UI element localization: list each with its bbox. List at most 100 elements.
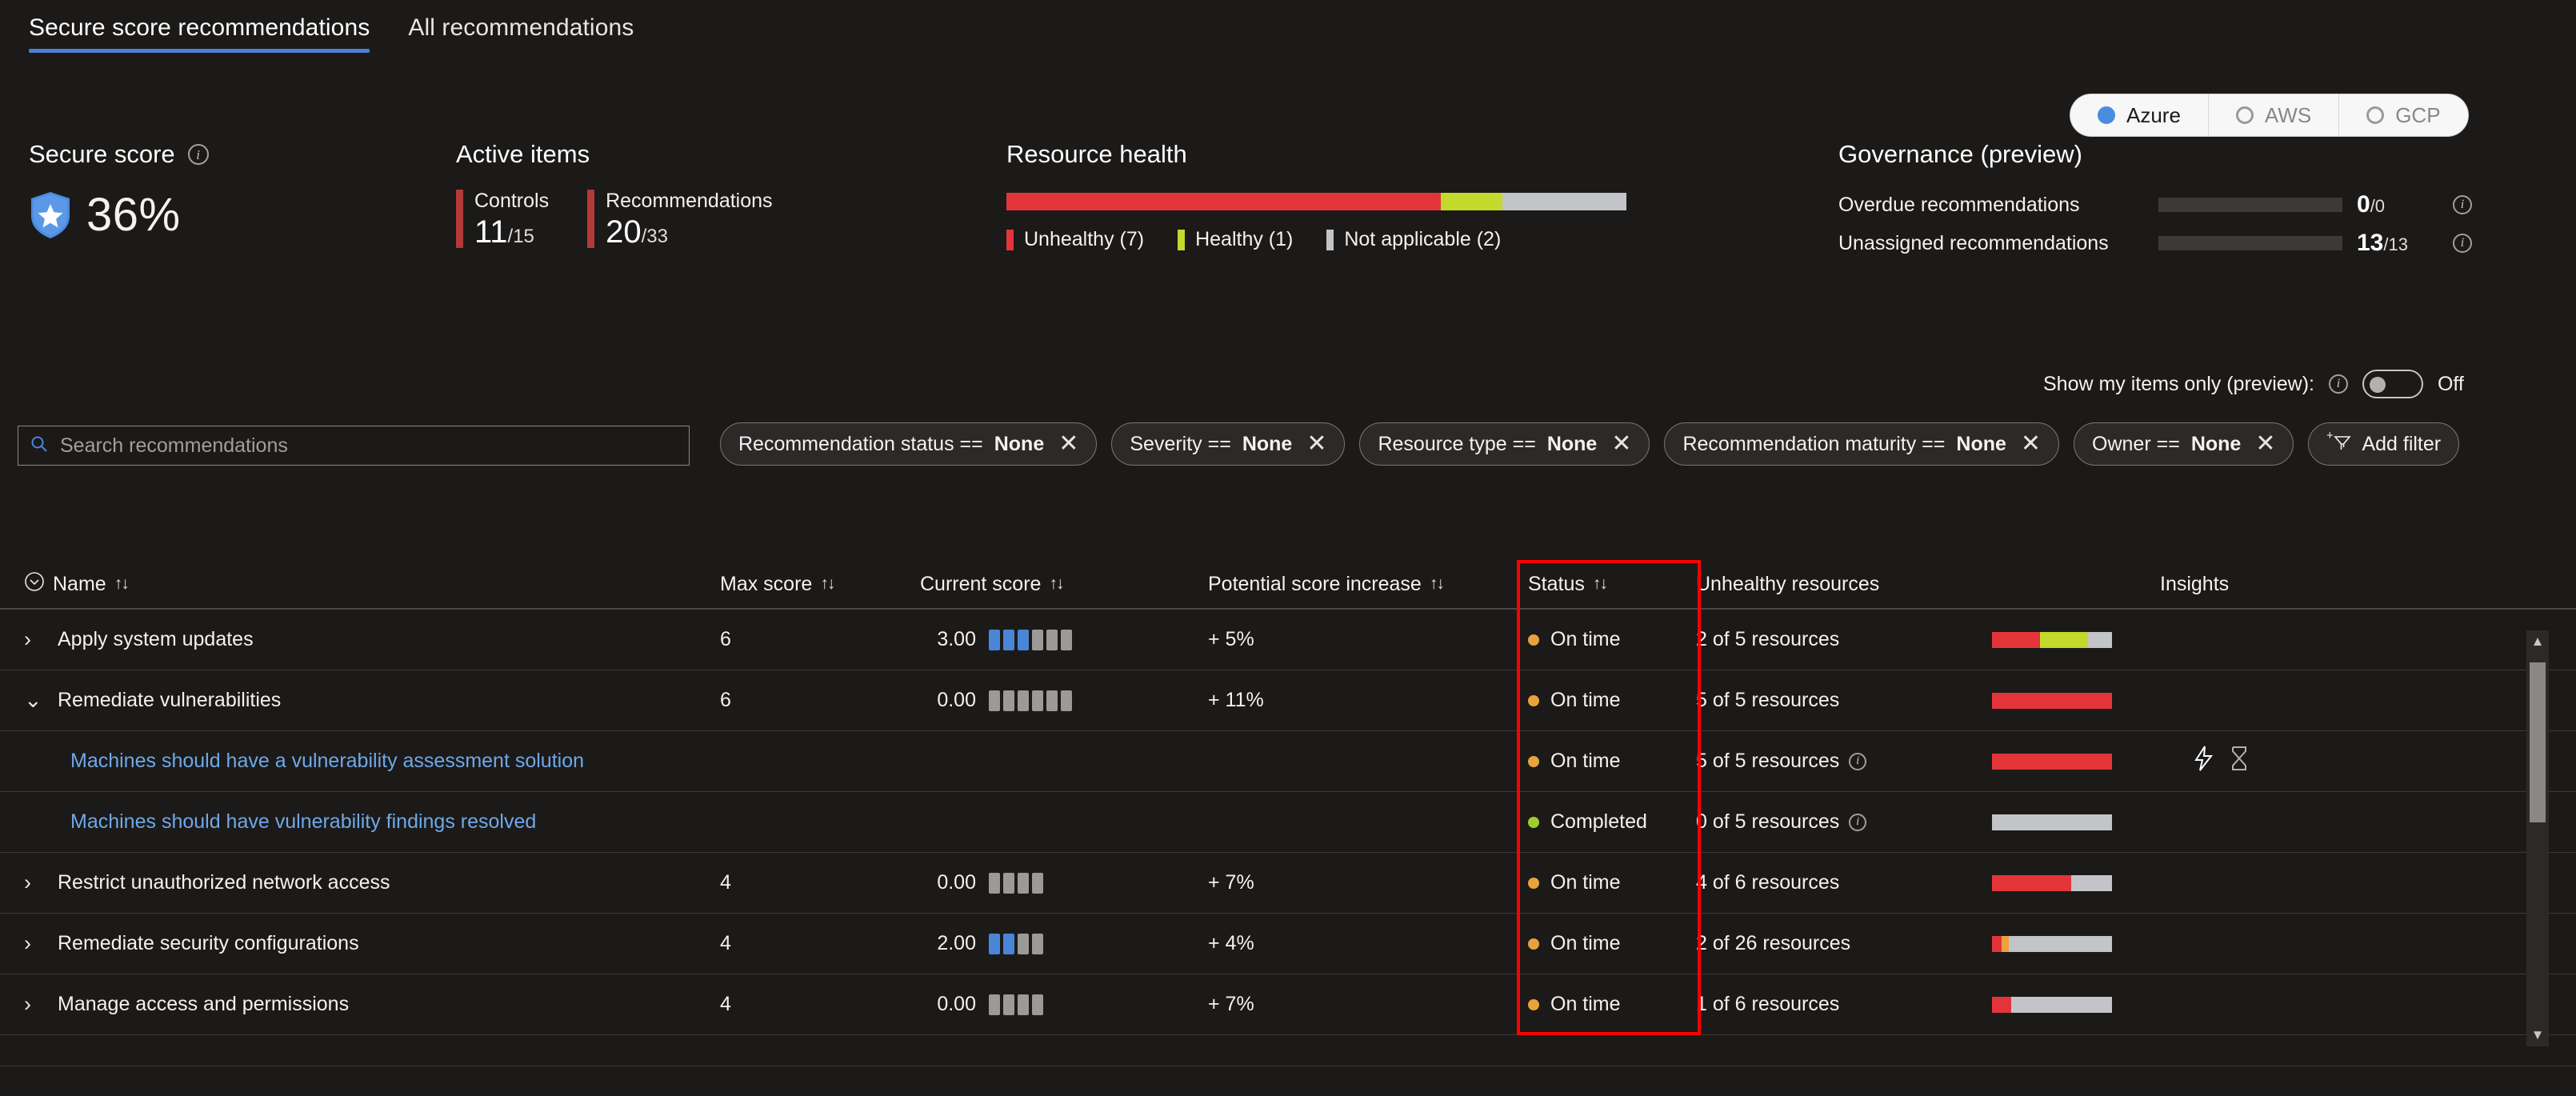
- recommendation-link[interactable]: Machines should have a vulnerability ass…: [24, 750, 720, 773]
- active-items-recommendations: Recommendations 20/33: [587, 190, 773, 248]
- info-icon[interactable]: i: [2328, 374, 2348, 394]
- minibar-segment: [2040, 631, 2088, 648]
- close-icon[interactable]: ✕: [1306, 432, 1326, 456]
- add-filter-button[interactable]: + Add filter: [2308, 422, 2460, 466]
- search-input[interactable]: Search recommendations: [18, 426, 690, 466]
- sort-icon[interactable]: ↑↓: [1593, 574, 1608, 594]
- score-segments: [989, 933, 1043, 954]
- health-bar-segment: [1006, 193, 1441, 210]
- chevron-right-icon[interactable]: ›: [24, 627, 45, 652]
- info-icon[interactable]: i: [187, 144, 209, 165]
- chevron-right-icon[interactable]: ›: [24, 870, 45, 895]
- info-icon[interactable]: i: [1849, 813, 1867, 831]
- cell-current-score: 0.00: [920, 689, 1208, 712]
- tab-all-recommendations[interactable]: All recommendations: [408, 14, 634, 53]
- cloud-selector: Azure AWS GCP: [2070, 94, 2468, 136]
- column-header-status[interactable]: Status ↑↓: [1528, 573, 1696, 596]
- table-row-control[interactable]: › Restrict unauthorized network access 4 0.…: [0, 853, 2576, 914]
- close-icon[interactable]: ✕: [1611, 432, 1631, 456]
- scrollbar-thumb[interactable]: [2530, 662, 2546, 822]
- sort-icon[interactable]: ↑↓: [1430, 574, 1445, 594]
- cloud-option-gcp[interactable]: GCP: [2339, 94, 2467, 136]
- score-segment: [1018, 872, 1029, 894]
- minibar-segment: [2009, 935, 2112, 952]
- table-row-recommendation[interactable]: Machines should have vulnerability findi…: [0, 792, 2576, 853]
- chevron-down-icon[interactable]: ⌄: [24, 688, 45, 713]
- cell-name: › Restrict unauthorized network access: [0, 870, 720, 895]
- expand-all-icon[interactable]: [24, 571, 45, 598]
- legend-key-icon: [1006, 229, 1014, 250]
- show-my-items-toggle[interactable]: [2362, 370, 2423, 398]
- minibar-segment: [1992, 996, 2011, 1013]
- status-dot-icon: [1528, 634, 1539, 646]
- table-row-control[interactable]: › Apply system updates 6 3.00 + 5% On time 2 o…: [0, 610, 2576, 670]
- cell-status: On time: [1528, 750, 1696, 773]
- filter-chip[interactable]: Resource type == None ✕: [1359, 422, 1650, 466]
- row-title: Apply system updates: [58, 628, 254, 650]
- filter-chip[interactable]: Owner == None ✕: [2074, 422, 2294, 466]
- governance-title: Governance (preview): [1838, 140, 2082, 168]
- scroll-down-icon[interactable]: ▼: [2526, 1024, 2549, 1046]
- info-icon[interactable]: i: [2453, 195, 2472, 214]
- sort-icon[interactable]: ↑↓: [1049, 574, 1064, 594]
- filter-chip-value: None: [1546, 432, 1598, 455]
- cell-potential-score-increase: + 11%: [1208, 689, 1264, 711]
- sort-icon[interactable]: ↑↓: [820, 574, 835, 594]
- info-icon[interactable]: i: [2453, 234, 2472, 253]
- health-legend-item: Healthy (1): [1178, 228, 1293, 251]
- active-items-card: Active items Controls 11/15 Recommendati…: [456, 140, 773, 248]
- hourglass-icon[interactable]: [2229, 745, 2250, 778]
- active-items-value: 11: [474, 214, 508, 250]
- unhealthy-resources-text: 2 of 5 resources: [1696, 628, 1840, 650]
- cell-potential-score-increase: + 7%: [1208, 871, 1254, 894]
- score-segment: [1061, 629, 1072, 650]
- score-segment: [1018, 629, 1029, 650]
- accent-bar: [587, 190, 595, 248]
- status-dot-icon: [1528, 816, 1539, 828]
- filter-chip-label: Owner ==: [2092, 432, 2180, 455]
- sort-icon[interactable]: ↑↓: [114, 574, 130, 594]
- close-icon[interactable]: ✕: [2021, 432, 2041, 456]
- resource-health-minibar: [1992, 814, 2112, 830]
- column-header-name[interactable]: Name ↑↓: [0, 571, 720, 598]
- minibar-segment: [1992, 692, 2112, 709]
- recommendation-link[interactable]: Machines should have vulnerability findi…: [24, 810, 720, 834]
- cell-status: On time: [1528, 993, 1696, 1016]
- cell-max-score: 4: [720, 871, 731, 894]
- column-header-potential-score-increase[interactable]: Potential score increase ↑↓: [1208, 573, 1528, 596]
- cell-current-score: 0.00: [920, 993, 1208, 1016]
- chevron-right-icon[interactable]: ›: [24, 992, 45, 1017]
- score-segment: [1032, 994, 1043, 1015]
- scroll-up-icon[interactable]: ▲: [2526, 630, 2549, 653]
- close-icon[interactable]: ✕: [1058, 432, 1078, 456]
- column-header-insights[interactable]: Insights: [2160, 573, 2448, 596]
- column-header-unhealthy-resources[interactable]: Unhealthy resources: [1696, 573, 2160, 596]
- status-dot-icon: [1528, 755, 1539, 767]
- status-label: On time: [1550, 871, 1621, 894]
- current-score-value: 0.00: [937, 871, 976, 894]
- table-row-control[interactable]: › Remediate security configurations 4 2.00 +…: [0, 914, 2576, 974]
- status-dot-icon: [1528, 877, 1539, 889]
- cloud-option-aws[interactable]: AWS: [2209, 94, 2340, 136]
- filter-chip-value: None: [2190, 432, 2242, 455]
- vertical-scrollbar[interactable]: ▲ ▼: [2526, 630, 2549, 1046]
- row-title: Remediate vulnerabilities: [58, 689, 282, 711]
- chevron-right-icon[interactable]: ›: [24, 931, 45, 956]
- tab-secure-score-recommendations[interactable]: Secure score recommendations: [29, 14, 370, 53]
- close-icon[interactable]: ✕: [2255, 432, 2275, 456]
- table-row-control[interactable]: › Manage access and permissions 4 0.00 + 7% O…: [0, 974, 2576, 1035]
- lightning-icon[interactable]: [2192, 745, 2216, 778]
- info-icon[interactable]: i: [1849, 752, 1867, 770]
- table-row-control[interactable]: ⌄ Remediate vulnerabilities 6 0.00 + 11% On t…: [0, 670, 2576, 731]
- table-row-recommendation[interactable]: Machines should have a vulnerability ass…: [0, 731, 2576, 792]
- filter-chip[interactable]: Severity == None ✕: [1111, 422, 1346, 466]
- column-header-current-score[interactable]: Current score ↑↓: [920, 573, 1208, 596]
- filter-chip[interactable]: Recommendation status == None ✕: [720, 422, 1098, 466]
- column-header-label: Potential score increase: [1208, 572, 1422, 595]
- score-segments: [989, 690, 1072, 711]
- filter-chip[interactable]: Recommendation maturity == None ✕: [1664, 422, 2060, 466]
- cloud-option-azure[interactable]: Azure: [2070, 94, 2209, 136]
- column-header-max-score[interactable]: Max score ↑↓: [720, 573, 920, 596]
- resource-health-minibar: [1992, 753, 2112, 770]
- unhealthy-resources-text: 4 of 6 resources: [1696, 871, 1840, 894]
